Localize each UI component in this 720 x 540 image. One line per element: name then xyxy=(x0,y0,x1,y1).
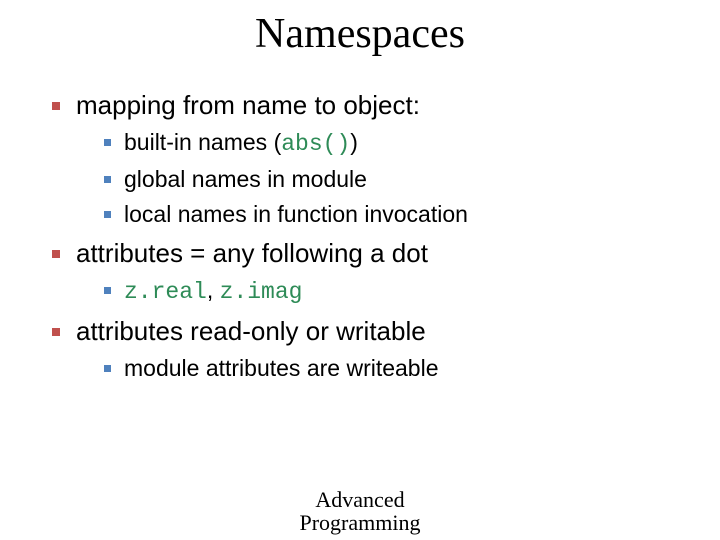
bullet-text: attributes = any following a dot xyxy=(76,238,428,268)
sub-bullet-list: z.real, z.imag xyxy=(76,275,680,308)
slide-content: Namespaces mapping from name to object: … xyxy=(0,0,720,385)
sub-bullet-text: built-in names ( xyxy=(124,129,281,155)
sub-bullet-item: z.real, z.imag xyxy=(104,275,680,308)
footer-line: Programming xyxy=(0,511,720,534)
sub-bullet-text: , xyxy=(207,277,220,303)
code-text: z.real xyxy=(124,279,207,305)
sub-bullet-text: module attributes are writeable xyxy=(124,355,439,381)
sub-bullet-text: local names in function invocation xyxy=(124,201,468,227)
sub-bullet-text: global names in module xyxy=(124,166,367,192)
sub-bullet-list: built-in names (abs()) global names in m… xyxy=(76,127,680,230)
bullet-item: mapping from name to object: built-in na… xyxy=(52,88,680,230)
code-text: z.imag xyxy=(220,279,303,305)
sub-bullet-item: built-in names (abs()) xyxy=(104,127,680,160)
footer-line: Advanced xyxy=(0,488,720,511)
sub-bullet-list: module attributes are writeable xyxy=(76,353,680,384)
sub-bullet-item: local names in function invocation xyxy=(104,199,680,230)
bullet-list: mapping from name to object: built-in na… xyxy=(40,88,680,385)
bullet-text: mapping from name to object: xyxy=(76,90,420,120)
slide-title: Namespaces xyxy=(40,10,680,58)
sub-bullet-item: module attributes are writeable xyxy=(104,353,680,384)
bullet-text: attributes read-only or writable xyxy=(76,316,426,346)
slide-footer: Advanced Programming xyxy=(0,488,720,534)
code-text: abs() xyxy=(281,131,350,157)
sub-bullet-text: ) xyxy=(350,129,358,155)
sub-bullet-item: global names in module xyxy=(104,164,680,195)
bullet-item: attributes = any following a dot z.real,… xyxy=(52,236,680,308)
bullet-item: attributes read-only or writable module … xyxy=(52,314,680,384)
